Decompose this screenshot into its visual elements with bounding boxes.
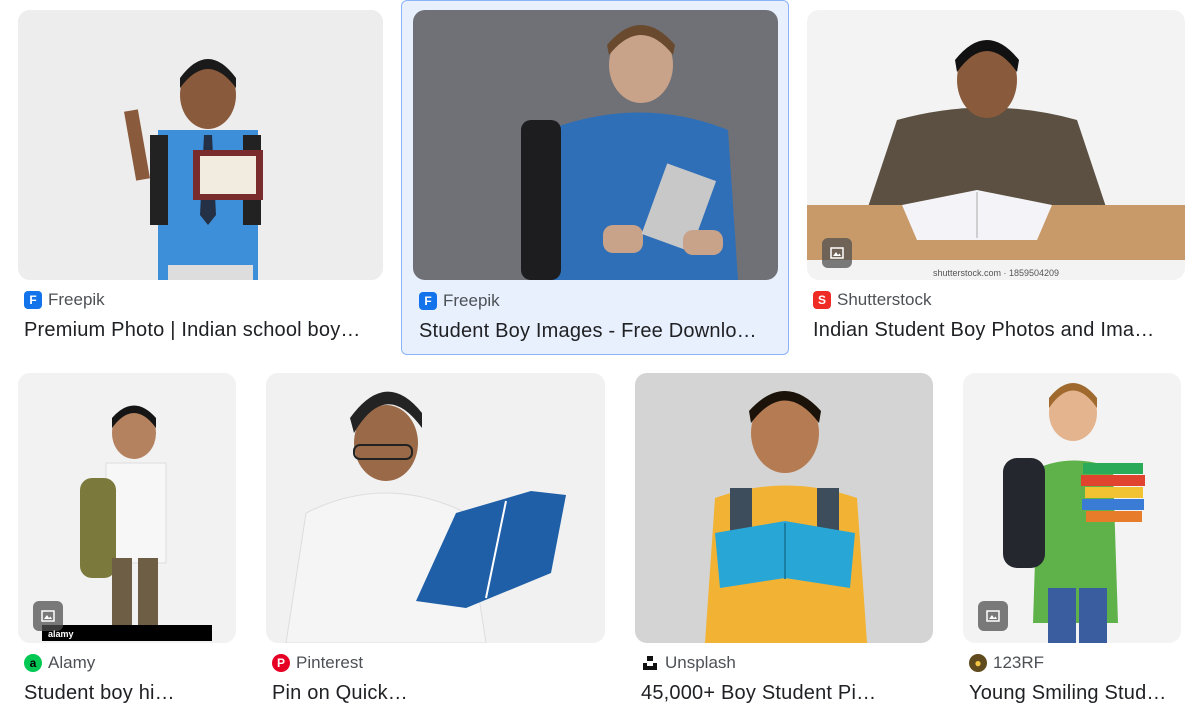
unsplash-icon [641, 654, 659, 672]
result-card-selected[interactable]: F Freepik Student Boy Images - Free Down… [401, 0, 789, 355]
source-label[interactable]: ● 123RF [969, 653, 1044, 673]
result-title[interactable]: Young Smiling Stud… [969, 682, 1177, 705]
source-name: Pinterest [296, 653, 364, 672]
freepik-icon: F [24, 291, 42, 309]
pinterest-icon: P [272, 654, 290, 672]
source-label[interactable]: Unsplash [641, 653, 736, 673]
source-name: Shutterstock [837, 290, 932, 309]
source-label[interactable]: S Shutterstock [813, 290, 932, 310]
result-title[interactable]: Pin on Quick… [272, 682, 598, 705]
alamy-icon: a [24, 654, 42, 672]
result-title[interactable]: Student boy hi… [24, 682, 229, 705]
result-thumbnail[interactable] [963, 373, 1181, 643]
image-icon [822, 238, 852, 268]
source-label[interactable]: a Alamy [24, 653, 95, 673]
result-card[interactable]: Unsplash 45,000+ Boy Student Pi… [635, 373, 933, 704]
source-label[interactable]: P Pinterest [272, 653, 363, 673]
result-title[interactable]: Student Boy Images - Free Downlo… [419, 320, 771, 343]
image-icon [33, 601, 63, 631]
result-title[interactable]: Premium Photo | Indian school boy… [24, 319, 376, 342]
source-label[interactable]: F Freepik [419, 291, 500, 311]
image-icon [978, 601, 1008, 631]
result-thumbnail[interactable]: shutterstock.com · 1859504209 [807, 10, 1185, 280]
result-card[interactable]: P Pinterest Pin on Quick… [266, 373, 605, 704]
result-thumbnail[interactable] [18, 10, 383, 280]
result-thumbnail[interactable] [266, 373, 605, 643]
123rf-icon: ● [969, 654, 987, 672]
source-name: 123RF [993, 653, 1045, 672]
boy-at-desk-image [807, 10, 1185, 280]
result-card[interactable]: F Freepik Premium Photo | Indian school … [18, 10, 384, 355]
shutterstock-icon: S [813, 291, 831, 309]
boy-thumbs-up-image [413, 10, 778, 280]
source-label[interactable]: F Freepik [24, 290, 105, 310]
result-card[interactable]: ● 123RF Young Smiling Stud… [963, 373, 1185, 704]
result-thumbnail[interactable] [413, 10, 778, 280]
boy-reading-image [266, 373, 605, 643]
freepik-icon: F [419, 292, 437, 310]
watermark-text: alamy [48, 629, 74, 639]
boy-with-book-image [18, 10, 383, 280]
source-name: Unsplash [665, 653, 736, 672]
result-thumbnail[interactable]: alamy [18, 373, 236, 643]
result-title[interactable]: 45,000+ Boy Student Pi… [641, 682, 926, 705]
boy-holding-book-image [635, 373, 933, 643]
source-name: Freepik [443, 291, 500, 310]
result-thumbnail[interactable] [635, 373, 933, 643]
watermark-text: shutterstock.com · 1859504209 [932, 268, 1060, 278]
result-card[interactable]: alamy a Alamy Student boy hi… [18, 373, 236, 704]
source-name: Alamy [48, 653, 96, 672]
source-name: Freepik [48, 290, 105, 309]
result-card[interactable]: shutterstock.com · 1859504209 S Shutters… [807, 10, 1185, 355]
result-title[interactable]: Indian Student Boy Photos and Ima… [813, 319, 1168, 342]
